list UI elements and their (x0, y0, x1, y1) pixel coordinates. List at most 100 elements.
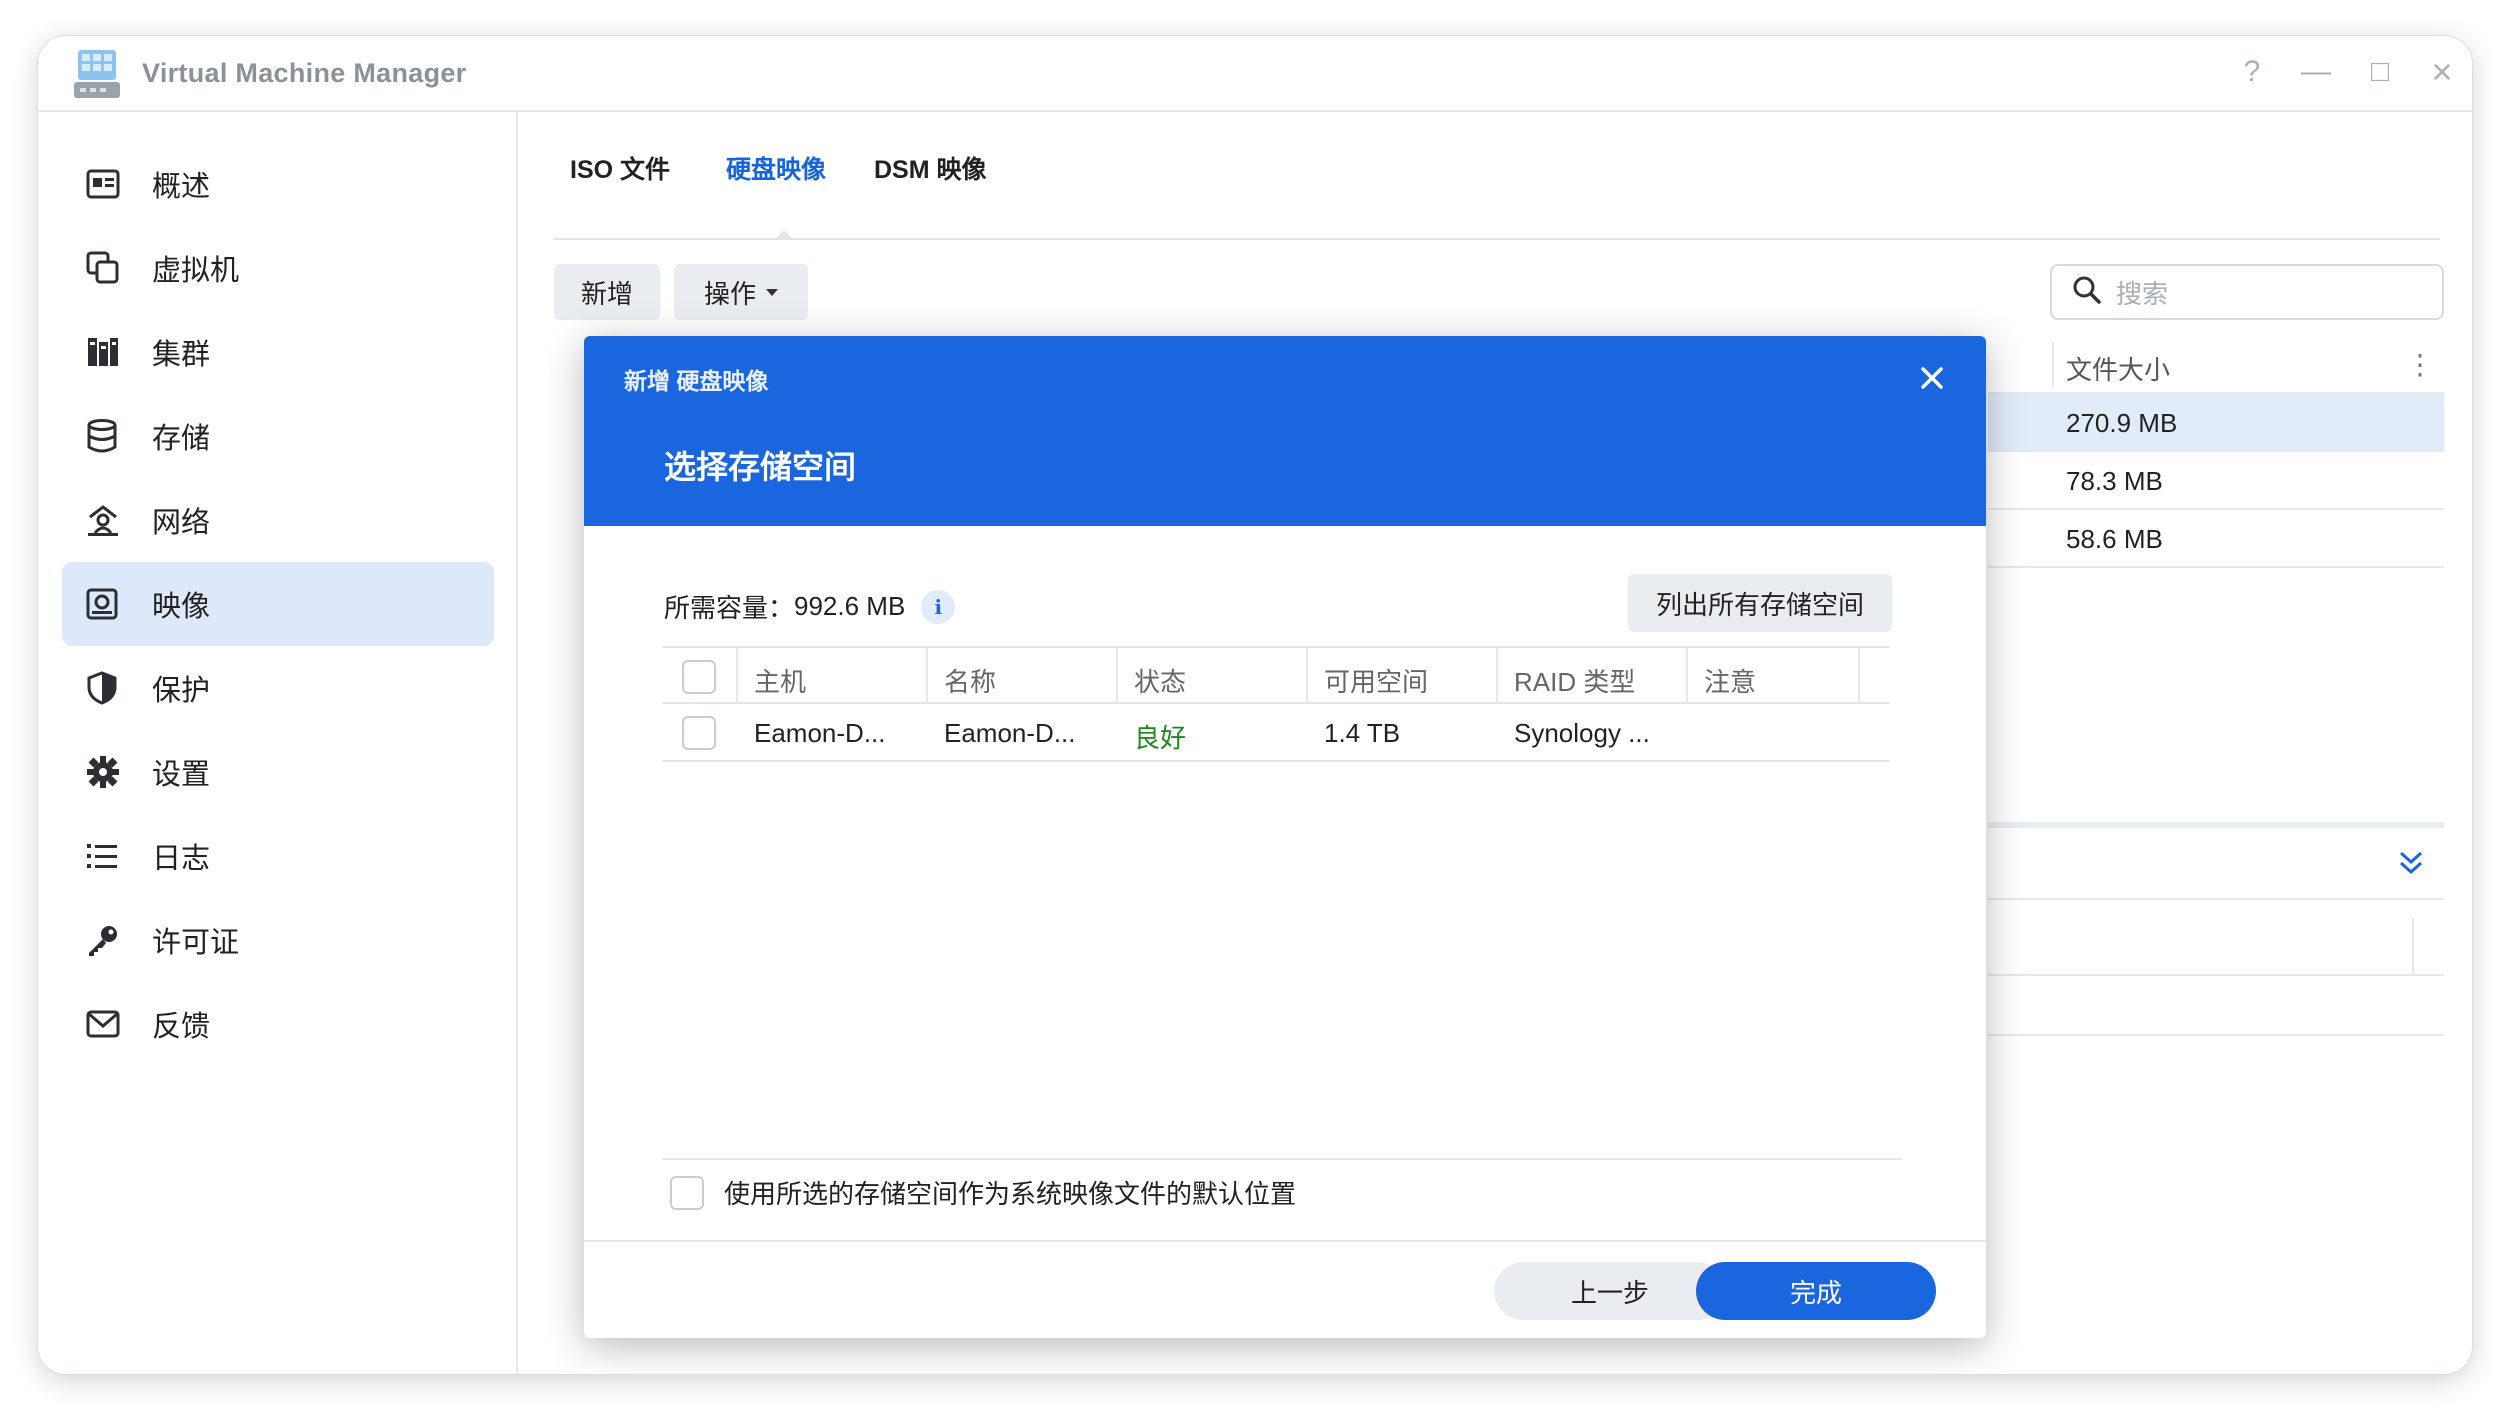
sidebar-item-network[interactable]: 网络 (62, 478, 494, 562)
column-host[interactable]: 主机 (754, 662, 806, 699)
table-row[interactable]: 58.6 MB (1988, 510, 2444, 568)
table-row[interactable]: 78.3 MB (1988, 452, 2444, 510)
column-separator (1306, 648, 1308, 704)
column-separator (1116, 648, 1118, 704)
sidebar-item-label: 保护 (152, 675, 211, 707)
status-cell: 良好 (1134, 723, 1187, 753)
column-free-space[interactable]: 可用空间 (1324, 662, 1428, 699)
column-separator (2052, 342, 2054, 388)
minimize-button[interactable]: — (2294, 50, 2338, 94)
column-note[interactable]: 注意 (1704, 662, 1756, 699)
vmm-logo-icon (74, 48, 120, 100)
sidebar-item-label: 网络 (152, 507, 211, 539)
cluster-icon (86, 336, 146, 368)
sidebar-item-settings[interactable]: 设置 (62, 730, 494, 814)
dialog-footer: 上一步 完成 (584, 1240, 1986, 1338)
sidebar-item-label: 设置 (152, 759, 211, 791)
tab-disk-images[interactable]: 硬盘映像 (726, 150, 826, 186)
sidebar-item-label: 集群 (152, 339, 211, 371)
storage-icon (86, 419, 146, 453)
tab-bar: ISO 文件 硬盘映像 DSM 映像 (554, 112, 2440, 240)
more-options-icon[interactable]: ⋮ (2406, 348, 2434, 381)
sidebar: 概述 虚拟机 集群 存储 网络 映像 保护 设置 日志 许可证 反馈 (38, 112, 518, 1374)
column-separator (926, 648, 928, 704)
image-icon (86, 588, 146, 620)
active-tab-indicator (774, 230, 794, 240)
dialog-close-icon[interactable] (1914, 360, 1950, 396)
sidebar-item-feedback[interactable]: 反馈 (62, 982, 494, 1066)
host-cell: Eamon-D... (754, 718, 886, 748)
sidebar-item-label: 许可证 (152, 927, 240, 959)
search-icon (2072, 275, 2102, 310)
dialog-title: 选择存储空间 (664, 449, 857, 485)
storage-volume-table: 主机 名称 状态 可用空间 RAID 类型 注意 Eamon-D... Eamo… (662, 646, 1890, 762)
virtual-machine-icon (86, 251, 146, 285)
divider (662, 1158, 1902, 1160)
column-status[interactable]: 状态 (1134, 662, 1186, 699)
sidebar-item-overview[interactable]: 概述 (62, 142, 494, 226)
column-separator (1858, 648, 1860, 704)
caret-down-icon (766, 288, 778, 296)
log-list-icon (86, 842, 146, 870)
maximize-button[interactable]: □ (2358, 50, 2402, 94)
file-size-cell: 58.6 MB (2066, 524, 2163, 554)
row-checkbox[interactable] (682, 716, 716, 750)
dialog-breadcrumb-title: 新增 硬盘映像 (624, 368, 769, 394)
sidebar-item-label: 虚拟机 (152, 255, 240, 287)
sidebar-item-label: 反馈 (152, 1011, 211, 1043)
default-location-checkbox[interactable] (670, 1175, 704, 1210)
table-header: 文件大小 ⋮ (1988, 336, 2444, 394)
column-raid-type[interactable]: RAID 类型 (1514, 662, 1635, 699)
search-input[interactable]: 搜索 (2050, 264, 2444, 320)
raid-type-cell: Synology ... (1514, 718, 1650, 748)
detail-panel-header (1988, 828, 2444, 900)
column-separator (1686, 648, 1688, 704)
file-size-cell: 270.9 MB (2066, 408, 2178, 438)
column-file-size[interactable]: 文件大小 (2066, 350, 2170, 387)
new-disk-image-dialog: 新增 硬盘映像 选择存储空间 所需容量： 992.6 MB i 列出所有存储空间… (584, 336, 1986, 1338)
action-label: 操作 (703, 278, 756, 309)
column-name[interactable]: 名称 (944, 662, 996, 699)
sidebar-item-virtual-machine[interactable]: 虚拟机 (62, 226, 494, 310)
tab-iso-files[interactable]: ISO 文件 (570, 150, 670, 186)
expand-chevron-icon[interactable] (2396, 848, 2426, 883)
close-window-button[interactable]: × (2420, 50, 2464, 94)
sidebar-item-protection[interactable]: 保护 (62, 646, 494, 730)
detail-panel-row (1988, 918, 2444, 976)
column-separator (736, 648, 738, 704)
image-list-table: 文件大小 ⋮ 270.9 MB 78.3 MB 58.6 MB (1988, 336, 2444, 568)
column-separator (1496, 648, 1498, 704)
shield-icon (86, 671, 146, 705)
table-row[interactable]: 270.9 MB (1988, 394, 2444, 452)
app-window: Virtual Machine Manager ? — □ × 概述 虚拟机 集… (38, 36, 2472, 1374)
info-icon[interactable]: i (921, 589, 956, 624)
overview-icon (86, 169, 146, 199)
action-dropdown-button[interactable]: 操作 (674, 264, 808, 320)
mail-icon (86, 1010, 146, 1038)
column-separator (2412, 918, 2414, 974)
gear-icon (86, 755, 146, 789)
sidebar-item-cluster[interactable]: 集群 (62, 310, 494, 394)
done-button[interactable]: 完成 (1696, 1262, 1936, 1320)
add-button[interactable]: 新增 (554, 264, 660, 320)
sidebar-item-license[interactable]: 许可证 (62, 898, 494, 982)
select-all-checkbox[interactable] (682, 660, 716, 694)
table-header: 主机 名称 状态 可用空间 RAID 类型 注意 (662, 646, 1890, 704)
dialog-header: 新增 硬盘映像 选择存储空间 (584, 336, 1986, 526)
sidebar-item-storage[interactable]: 存储 (62, 394, 494, 478)
sidebar-item-image[interactable]: 映像 (62, 562, 494, 646)
sidebar-item-label: 日志 (152, 843, 211, 875)
sidebar-item-label: 映像 (152, 591, 211, 623)
help-button[interactable]: ? (2230, 50, 2274, 94)
list-all-storage-button[interactable]: 列出所有存储空间 (1628, 574, 1892, 632)
title-bar: Virtual Machine Manager ? — □ × (38, 36, 2472, 112)
required-capacity-label: 所需容量： (664, 593, 795, 623)
default-location-option[interactable]: 使用所选的存储空间作为系统映像文件的默认位置 (670, 1174, 1296, 1211)
table-row[interactable]: Eamon-D... Eamon-D... 良好 1.4 TB Synology… (662, 704, 1890, 762)
tab-dsm-images[interactable]: DSM 映像 (874, 150, 987, 186)
free-space-cell: 1.4 TB (1324, 718, 1401, 748)
sidebar-item-log[interactable]: 日志 (62, 814, 494, 898)
required-capacity-value: 992.6 MB (794, 591, 906, 621)
back-button[interactable]: 上一步 (1494, 1262, 1726, 1320)
detail-panel-row (1988, 978, 2444, 1036)
